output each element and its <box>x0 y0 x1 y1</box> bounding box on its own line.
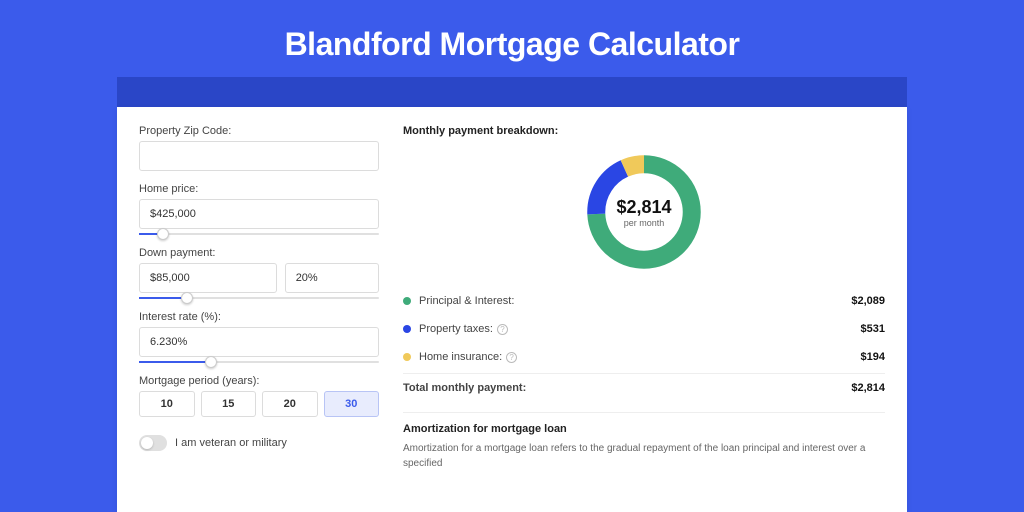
military-row: I am veteran or military <box>139 435 379 451</box>
period-buttons: 10 15 20 30 <box>139 391 379 417</box>
row-total: Total monthly payment: $2,814 <box>403 373 885 402</box>
row-value: $194 <box>861 351 885 363</box>
period-20[interactable]: 20 <box>262 391 318 417</box>
breakdown-panel: Monthly payment breakdown: $2,814 per mo… <box>403 125 885 512</box>
row-principal: Principal & Interest: $2,089 <box>403 287 885 315</box>
total-value: $2,814 <box>851 382 885 394</box>
zip-group: Property Zip Code: <box>139 125 379 171</box>
donut-amount: $2,814 <box>616 197 671 218</box>
row-label: Property taxes: ? <box>419 323 861 335</box>
row-label-text: Home insurance: <box>419 351 502 363</box>
period-15[interactable]: 15 <box>201 391 257 417</box>
row-value: $2,089 <box>851 295 885 307</box>
zip-label: Property Zip Code: <box>139 125 379 137</box>
zip-input[interactable] <box>139 141 379 171</box>
dot-icon <box>403 297 411 305</box>
home-price-input[interactable] <box>139 199 379 229</box>
row-value: $531 <box>861 323 885 335</box>
down-payment-pct-input[interactable] <box>285 263 379 293</box>
donut-wrap: $2,814 per month <box>403 143 885 287</box>
total-label: Total monthly payment: <box>403 382 851 394</box>
home-price-label: Home price: <box>139 183 379 195</box>
row-taxes: Property taxes: ? $531 <box>403 315 885 343</box>
row-label-text: Property taxes: <box>419 323 493 335</box>
form-panel: Property Zip Code: Home price: Down paym… <box>139 125 379 512</box>
info-icon[interactable]: ? <box>506 352 517 363</box>
military-toggle[interactable] <box>139 435 167 451</box>
dot-icon <box>403 325 411 333</box>
row-insurance: Home insurance: ? $194 <box>403 343 885 371</box>
down-payment-slider[interactable] <box>139 297 379 299</box>
amortization-text: Amortization for a mortgage loan refers … <box>403 441 885 471</box>
row-label: Home insurance: ? <box>419 351 861 363</box>
down-payment-label: Down payment: <box>139 247 379 259</box>
military-label: I am veteran or military <box>175 437 287 449</box>
period-10[interactable]: 10 <box>139 391 195 417</box>
interest-slider[interactable] <box>139 361 379 363</box>
donut-sub: per month <box>624 218 665 228</box>
down-payment-group: Down payment: <box>139 247 379 299</box>
breakdown-head: Monthly payment breakdown: <box>403 125 885 137</box>
calculator-card: Property Zip Code: Home price: Down paym… <box>117 107 907 512</box>
dot-icon <box>403 353 411 361</box>
breakdown-rows: Principal & Interest: $2,089 Property ta… <box>403 287 885 402</box>
down-payment-input[interactable] <box>139 263 277 293</box>
period-group: Mortgage period (years): 10 15 20 30 <box>139 375 379 417</box>
info-icon[interactable]: ? <box>497 324 508 335</box>
interest-input[interactable] <box>139 327 379 357</box>
row-label: Principal & Interest: <box>419 295 851 307</box>
page-title: Blandford Mortgage Calculator <box>285 26 740 63</box>
divider <box>403 412 885 413</box>
period-30[interactable]: 30 <box>324 391 380 417</box>
home-price-slider[interactable] <box>139 233 379 235</box>
amortization-head: Amortization for mortgage loan <box>403 423 885 435</box>
header-band <box>117 77 907 107</box>
donut-chart: $2,814 per month <box>581 149 707 275</box>
home-price-group: Home price: <box>139 183 379 235</box>
period-label: Mortgage period (years): <box>139 375 379 387</box>
interest-group: Interest rate (%): <box>139 311 379 363</box>
interest-label: Interest rate (%): <box>139 311 379 323</box>
